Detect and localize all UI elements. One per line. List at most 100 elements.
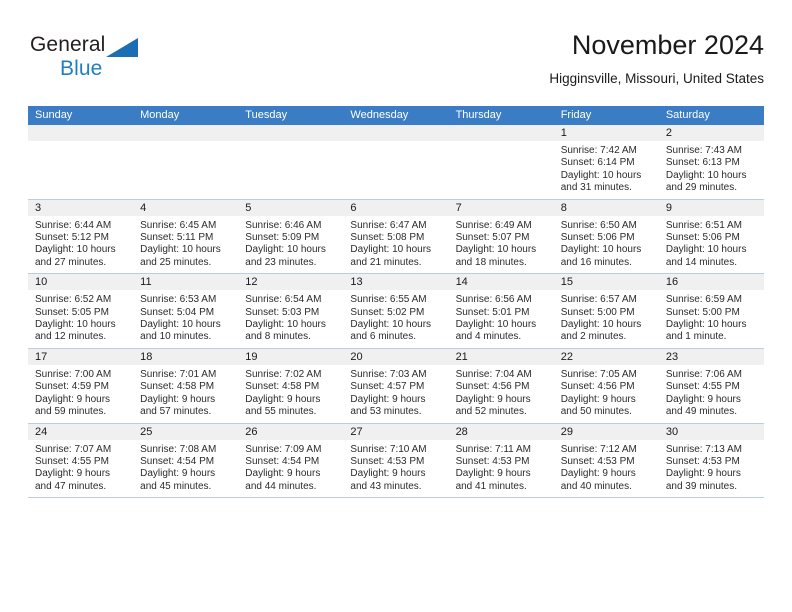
day-details: Sunrise: 6:50 AM Sunset: 5:06 PM Dayligh… bbox=[554, 216, 659, 274]
day-cell[interactable]: 14 Sunrise: 6:56 AM Sunset: 5:01 PM Dayl… bbox=[448, 274, 554, 348]
day-number: 25 bbox=[133, 423, 239, 440]
day-details: Sunrise: 7:11 AM Sunset: 4:53 PM Dayligh… bbox=[449, 440, 554, 498]
day-number: 10 bbox=[28, 274, 134, 291]
day-cell[interactable]: 5 Sunrise: 6:46 AM Sunset: 5:09 PM Dayli… bbox=[238, 199, 344, 274]
sunrise-text: Sunrise: 7:43 AM bbox=[665, 145, 742, 156]
day-cell[interactable]: 10 Sunrise: 6:52 AM Sunset: 5:05 PM Dayl… bbox=[28, 274, 134, 348]
day-details: Sunrise: 7:00 AM Sunset: 4:59 PM Dayligh… bbox=[28, 365, 133, 423]
sunset-text: Sunset: 5:00 PM bbox=[665, 306, 740, 318]
day-cell[interactable]: 28 Sunrise: 7:11 AM Sunset: 4:53 PM Dayl… bbox=[448, 423, 554, 498]
sunset-text: Sunset: 5:01 PM bbox=[455, 306, 530, 318]
day-cell[interactable]: 6 Sunrise: 6:47 AM Sunset: 5:08 PM Dayli… bbox=[343, 199, 449, 274]
day-cell[interactable]: 26 Sunrise: 7:09 AM Sunset: 4:54 PM Dayl… bbox=[238, 423, 344, 498]
sunrise-text: Sunrise: 6:59 AM bbox=[665, 294, 742, 306]
day-cell[interactable]: 23 Sunrise: 7:06 AM Sunset: 4:55 PM Dayl… bbox=[658, 348, 764, 423]
day-number bbox=[133, 125, 239, 141]
day-number: 29 bbox=[553, 423, 659, 440]
weekday-header-wednesday: Wednesday bbox=[350, 109, 409, 121]
daylight-text: Daylight: 10 hours bbox=[560, 169, 642, 181]
day-number bbox=[448, 125, 554, 141]
day-cell[interactable]: 20 Sunrise: 7:03 AM Sunset: 4:57 PM Dayl… bbox=[343, 348, 449, 423]
day-cell[interactable]: 15 Sunrise: 6:57 AM Sunset: 5:00 PM Dayl… bbox=[553, 274, 659, 348]
day-number: 13 bbox=[343, 274, 449, 291]
day-cell[interactable] bbox=[238, 125, 344, 199]
daylight-text-cont: and 59 minutes. bbox=[35, 406, 107, 418]
sunset-text: Sunset: 5:02 PM bbox=[350, 306, 425, 318]
sunset-text: Sunset: 4:53 PM bbox=[560, 455, 635, 467]
daylight-text: Daylight: 10 hours bbox=[245, 244, 326, 256]
daylight-text: Daylight: 10 hours bbox=[140, 319, 221, 331]
day-cell[interactable]: 7 Sunrise: 6:49 AM Sunset: 5:07 PM Dayli… bbox=[448, 199, 554, 274]
day-cell[interactable]: 25 Sunrise: 7:08 AM Sunset: 4:54 PM Dayl… bbox=[133, 423, 239, 498]
day-cell[interactable]: 19 Sunrise: 7:02 AM Sunset: 4:58 PM Dayl… bbox=[238, 348, 344, 423]
day-cell[interactable]: 16 Sunrise: 6:59 AM Sunset: 5:00 PM Dayl… bbox=[658, 274, 764, 348]
sunrise-text: Sunrise: 7:09 AM bbox=[245, 443, 322, 455]
sunset-text: Sunset: 4:56 PM bbox=[455, 381, 530, 393]
day-number bbox=[238, 125, 344, 141]
day-cell[interactable]: 4 Sunrise: 6:45 AM Sunset: 5:11 PM Dayli… bbox=[133, 199, 239, 274]
day-cell[interactable]: 18 Sunrise: 7:01 AM Sunset: 4:58 PM Dayl… bbox=[133, 348, 239, 423]
day-cell[interactable] bbox=[133, 125, 239, 199]
daylight-text: Daylight: 10 hours bbox=[140, 244, 221, 256]
sunrise-text: Sunrise: 7:12 AM bbox=[560, 443, 637, 455]
daylight-text: Daylight: 10 hours bbox=[455, 319, 537, 331]
day-details: Sunrise: 6:57 AM Sunset: 5:00 PM Dayligh… bbox=[554, 290, 659, 348]
day-cell[interactable]: 17 Sunrise: 7:00 AM Sunset: 4:59 PM Dayl… bbox=[28, 348, 134, 423]
day-number bbox=[343, 125, 449, 141]
daylight-text-cont: and 21 minutes. bbox=[350, 256, 422, 268]
sunrise-text: Sunrise: 6:44 AM bbox=[35, 219, 112, 231]
daylight-text-cont: and 50 minutes. bbox=[560, 406, 632, 418]
day-details: Sunrise: 7:10 AM Sunset: 4:53 PM Dayligh… bbox=[343, 440, 448, 498]
day-cell[interactable]: 30 Sunrise: 7:13 AM Sunset: 4:53 PM Dayl… bbox=[658, 423, 764, 498]
day-cell[interactable]: 2 Sunrise: 7:43 AM Sunset: 6:13 PM Dayli… bbox=[658, 125, 764, 199]
day-details: Sunrise: 6:49 AM Sunset: 5:07 PM Dayligh… bbox=[449, 216, 554, 274]
daylight-text-cont: and 41 minutes. bbox=[455, 480, 527, 492]
day-number: 4 bbox=[133, 199, 239, 216]
day-cell[interactable]: 1 Sunrise: 7:42 AM Sunset: 6:14 PM Dayli… bbox=[553, 125, 659, 199]
weekday-header-saturday: Saturday bbox=[665, 109, 710, 121]
day-cell[interactable]: 21 Sunrise: 7:04 AM Sunset: 4:56 PM Dayl… bbox=[448, 348, 554, 423]
day-details: Sunrise: 7:09 AM Sunset: 4:54 PM Dayligh… bbox=[238, 440, 343, 498]
day-cell[interactable] bbox=[343, 125, 449, 199]
day-number: 2 bbox=[658, 125, 764, 141]
day-cell[interactable]: 22 Sunrise: 7:05 AM Sunset: 4:56 PM Dayl… bbox=[553, 348, 659, 423]
sunset-text: Sunset: 6:14 PM bbox=[560, 157, 635, 169]
sunrise-text: Sunrise: 6:46 AM bbox=[245, 219, 322, 231]
day-number: 18 bbox=[133, 348, 239, 365]
day-cell[interactable]: 29 Sunrise: 7:12 AM Sunset: 4:53 PM Dayl… bbox=[553, 423, 659, 498]
daylight-text-cont: and 14 minutes. bbox=[665, 256, 738, 268]
weekday-header-friday: Friday bbox=[560, 109, 592, 121]
daylight-text: Daylight: 10 hours bbox=[35, 319, 116, 331]
day-cell[interactable]: 27 Sunrise: 7:10 AM Sunset: 4:53 PM Dayl… bbox=[343, 423, 449, 498]
day-cell[interactable]: 24 Sunrise: 7:07 AM Sunset: 4:55 PM Dayl… bbox=[28, 423, 134, 498]
day-cell[interactable]: 12 Sunrise: 6:54 AM Sunset: 5:03 PM Dayl… bbox=[238, 274, 344, 348]
daylight-text-cont: and 2 minutes. bbox=[560, 331, 627, 343]
daylight-text-cont: and 31 minutes. bbox=[560, 182, 632, 194]
daylight-text-cont: and 55 minutes. bbox=[245, 406, 317, 418]
general-blue-logo[interactable]: General Blue bbox=[28, 32, 228, 88]
day-details: Sunrise: 6:55 AM Sunset: 5:02 PM Dayligh… bbox=[343, 290, 448, 348]
daylight-text: Daylight: 10 hours bbox=[560, 319, 642, 331]
day-cell[interactable]: 9 Sunrise: 6:51 AM Sunset: 5:06 PM Dayli… bbox=[658, 199, 764, 274]
daylight-text: Daylight: 10 hours bbox=[350, 244, 432, 256]
daylight-text: Daylight: 9 hours bbox=[35, 393, 111, 405]
day-cell[interactable]: 13 Sunrise: 6:55 AM Sunset: 5:02 PM Dayl… bbox=[343, 274, 449, 348]
day-cell[interactable] bbox=[28, 125, 134, 199]
day-number: 26 bbox=[238, 423, 344, 440]
calendar-week-row: 10 Sunrise: 6:52 AM Sunset: 5:05 PM Dayl… bbox=[28, 274, 764, 349]
day-number: 23 bbox=[658, 348, 764, 365]
day-cell[interactable] bbox=[448, 125, 554, 199]
day-cell[interactable]: 8 Sunrise: 6:50 AM Sunset: 5:06 PM Dayli… bbox=[553, 199, 659, 274]
day-cell[interactable]: 11 Sunrise: 6:53 AM Sunset: 5:04 PM Dayl… bbox=[133, 274, 239, 348]
sunrise-text: Sunrise: 6:45 AM bbox=[140, 219, 217, 231]
daylight-text-cont: and 25 minutes. bbox=[140, 256, 212, 268]
day-cell[interactable]: 3 Sunrise: 6:44 AM Sunset: 5:12 PM Dayli… bbox=[28, 199, 134, 274]
daylight-text-cont: and 23 minutes. bbox=[245, 256, 317, 268]
sunset-text: Sunset: 5:04 PM bbox=[140, 306, 215, 318]
daylight-text: Daylight: 9 hours bbox=[350, 468, 426, 480]
sunset-text: Sunset: 5:09 PM bbox=[245, 232, 320, 244]
sunrise-text: Sunrise: 7:10 AM bbox=[350, 443, 427, 455]
day-details: Sunrise: 7:06 AM Sunset: 4:55 PM Dayligh… bbox=[659, 365, 764, 423]
sunset-text: Sunset: 5:12 PM bbox=[35, 232, 109, 244]
daylight-text: Daylight: 9 hours bbox=[665, 468, 741, 480]
